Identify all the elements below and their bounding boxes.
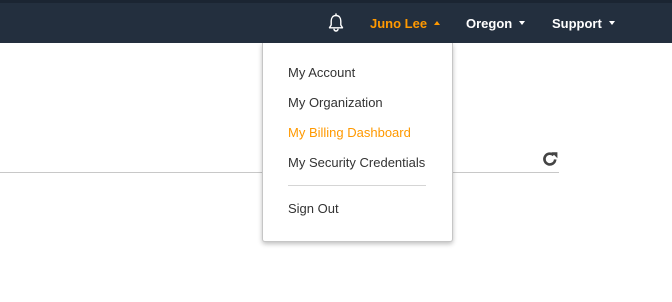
menu-item-my-account[interactable]: My Account [288,65,355,81]
region-label: Oregon [466,15,513,31]
refresh-icon[interactable] [541,150,559,168]
account-dropdown-menu: My Account My Organization My Billing Da… [262,43,453,242]
menu-item-my-billing-dashboard[interactable]: My Billing Dashboard [288,125,411,141]
page: Juno Lee Oregon Support My Account My Or… [0,0,672,302]
region-selector-button[interactable]: Oregon [466,14,526,32]
menu-item-my-organization[interactable]: My Organization [288,95,383,111]
user-name-label: Juno Lee [370,15,428,31]
menu-item-sign-out[interactable]: Sign Out [288,201,339,217]
support-label: Support [552,15,602,31]
menu-separator [288,185,426,186]
bell-icon[interactable] [326,13,346,33]
caret-up-icon [434,21,441,25]
topbar-edge [0,0,672,3]
caret-down-icon [608,21,615,25]
top-navigation-bar: Juno Lee Oregon Support [0,0,672,43]
support-menu-button[interactable]: Support [552,14,615,32]
menu-item-my-security-credentials[interactable]: My Security Credentials [288,155,425,171]
user-account-menu-button[interactable]: Juno Lee [370,14,441,32]
caret-down-icon [519,21,526,25]
